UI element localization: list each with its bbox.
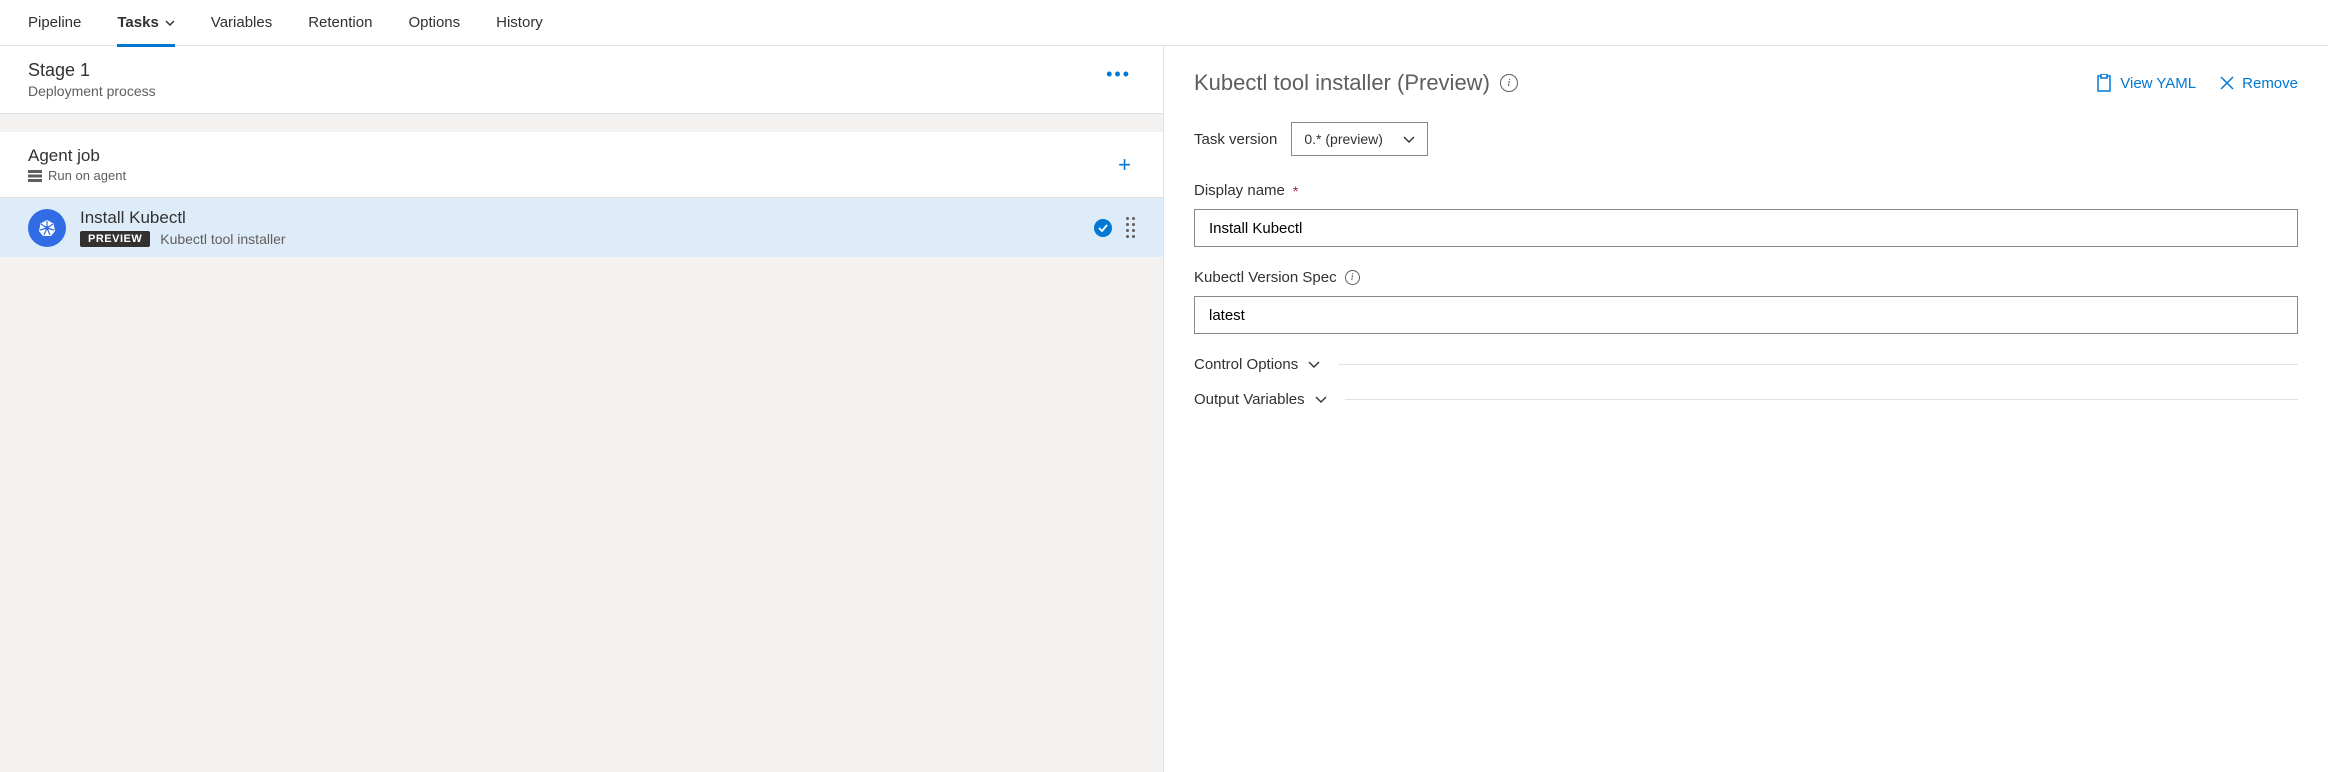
preview-badge: PREVIEW (80, 231, 150, 247)
version-spec-input[interactable] (1194, 296, 2298, 334)
close-icon (2220, 76, 2234, 90)
agent-job-subtitle-text: Run on agent (48, 168, 126, 183)
version-spec-label: Kubectl Version Spec (1194, 269, 1337, 286)
chevron-down-icon (1403, 136, 1415, 143)
task-info: Install Kubectl PREVIEW Kubectl tool ins… (80, 208, 1080, 247)
add-task-button[interactable]: + (1114, 148, 1135, 182)
view-yaml-button[interactable]: View YAML (2096, 74, 2196, 92)
check-icon (1094, 219, 1112, 237)
tab-pipeline[interactable]: Pipeline (28, 0, 81, 46)
tab-variables[interactable]: Variables (211, 0, 272, 46)
chevron-down-icon (165, 20, 175, 26)
main-container: Stage 1 Deployment process ••• Agent job… (0, 46, 2328, 772)
required-asterisk: * (1293, 183, 1298, 199)
drag-handle[interactable] (1126, 217, 1135, 238)
output-variables-label: Output Variables (1194, 391, 1305, 408)
task-actions (1094, 217, 1135, 238)
more-button[interactable]: ••• (1102, 60, 1135, 89)
stage-title: Stage 1 (28, 60, 156, 81)
display-name-label-row: Display name * (1194, 182, 2298, 199)
remove-button[interactable]: Remove (2220, 74, 2298, 92)
display-name-group: Display name * (1194, 182, 2298, 247)
agent-job-info: Agent job Run on agent (28, 146, 126, 183)
task-subtitle-row: PREVIEW Kubectl tool installer (80, 231, 1080, 247)
version-spec-label-row: Kubectl Version Spec i (1194, 269, 2298, 286)
output-variables-section[interactable]: Output Variables (1194, 391, 2298, 408)
control-options-section[interactable]: Control Options (1194, 356, 2298, 373)
info-icon[interactable]: i (1345, 270, 1360, 285)
task-subtitle: Kubectl tool installer (160, 231, 285, 247)
tab-tasks-label: Tasks (117, 14, 158, 31)
details-actions: View YAML Remove (2096, 74, 2298, 92)
tab-retention[interactable]: Retention (308, 0, 372, 46)
tab-tasks[interactable]: Tasks (117, 0, 174, 46)
agent-job-title: Agent job (28, 146, 126, 166)
left-panel: Stage 1 Deployment process ••• Agent job… (0, 46, 1164, 772)
remove-label: Remove (2242, 75, 2298, 92)
version-spec-group: Kubectl Version Spec i (1194, 269, 2298, 334)
details-title: Kubectl tool installer (Preview) i (1194, 70, 1518, 96)
chevron-down-icon (1315, 396, 1327, 403)
control-options-label: Control Options (1194, 356, 1298, 373)
task-row-install-kubectl[interactable]: Install Kubectl PREVIEW Kubectl tool ins… (0, 198, 1163, 257)
right-panel: Kubectl tool installer (Preview) i View … (1164, 46, 2328, 772)
kubernetes-icon (28, 209, 66, 247)
tab-history[interactable]: History (496, 0, 543, 46)
display-name-label: Display name (1194, 182, 1285, 199)
agent-job-subtitle: Run on agent (28, 168, 126, 183)
info-icon[interactable]: i (1500, 74, 1518, 92)
chevron-down-icon (1308, 361, 1320, 368)
details-header: Kubectl tool installer (Preview) i View … (1194, 70, 2298, 96)
server-icon (28, 170, 42, 182)
tabs-bar: Pipeline Tasks Variables Retention Optio… (0, 0, 2328, 46)
details-title-text: Kubectl tool installer (Preview) (1194, 70, 1490, 96)
task-version-value: 0.* (preview) (1304, 131, 1383, 147)
task-version-row: Task version 0.* (preview) (1194, 122, 2298, 156)
task-title: Install Kubectl (80, 208, 1080, 228)
stage-info: Stage 1 Deployment process (28, 60, 156, 99)
stage-header[interactable]: Stage 1 Deployment process ••• (0, 46, 1163, 114)
display-name-input[interactable] (1194, 209, 2298, 247)
task-version-select[interactable]: 0.* (preview) (1291, 122, 1428, 156)
task-version-label: Task version (1194, 131, 1277, 148)
clipboard-icon (2096, 74, 2112, 92)
view-yaml-label: View YAML (2120, 75, 2196, 92)
tab-options[interactable]: Options (408, 0, 460, 46)
agent-job-row[interactable]: Agent job Run on agent + (0, 132, 1163, 198)
stage-subtitle: Deployment process (28, 83, 156, 99)
